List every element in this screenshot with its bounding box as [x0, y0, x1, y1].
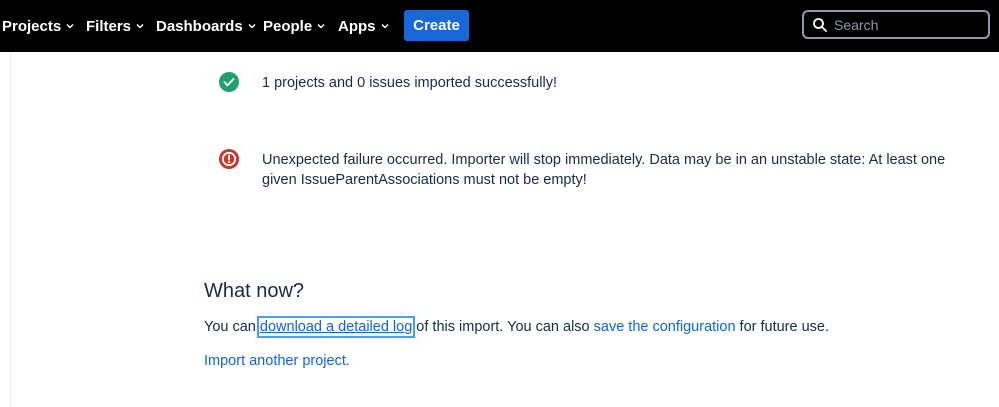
nav-dashboards-label: Dashboards [156, 17, 243, 35]
error-message-line-2: given IssueParentAssociations must not b… [262, 172, 587, 188]
next-steps-suffix: for future use. [735, 319, 830, 335]
import-another-project-link[interactable]: Import another project. [204, 353, 350, 369]
nav-filters[interactable]: Filters [86, 0, 145, 52]
nav-projects[interactable]: Projects [2, 0, 75, 52]
search-box[interactable] [802, 10, 990, 39]
chevron-down-icon [136, 23, 144, 29]
sidebar-divider [10, 52, 11, 407]
top-navigation-bar: Projects Filters Dashboards People Apps … [0, 0, 999, 52]
nav-people-label: People [263, 17, 313, 35]
chevron-down-icon [380, 23, 389, 29]
error-message: Unexpected failure occurred. Importer wi… [262, 150, 945, 190]
nav-dashboards[interactable]: Dashboards [156, 0, 257, 52]
next-steps-prefix: You can [204, 319, 260, 335]
nav-apps-label: Apps [338, 17, 376, 35]
nav-projects-label: Projects [2, 17, 62, 35]
search-icon [813, 17, 827, 32]
next-steps-mid: of this import. You can also [412, 319, 594, 335]
what-now-heading: What now? [204, 280, 305, 302]
chevron-down-icon [317, 23, 325, 29]
next-steps-text: You can download a detailed log of this … [204, 316, 830, 338]
nav-filters-label: Filters [86, 17, 132, 35]
save-configuration-link[interactable]: save the configuration [594, 319, 736, 335]
chevron-down-icon [248, 23, 256, 29]
create-button[interactable]: Create [404, 10, 469, 41]
chevron-down-icon [66, 23, 74, 29]
check-circle-icon [219, 72, 239, 92]
nav-apps[interactable]: Apps [338, 0, 390, 52]
success-message: 1 projects and 0 issues imported success… [262, 75, 557, 91]
error-message-line-1: Unexpected failure occurred. Importer wi… [262, 152, 946, 168]
download-log-link[interactable]: download a detailed log [256, 316, 416, 338]
nav-people[interactable]: People [263, 0, 326, 52]
import-another-row: Import another project. [204, 353, 350, 369]
search-input[interactable] [834, 16, 984, 33]
error-circle-icon [219, 149, 239, 169]
